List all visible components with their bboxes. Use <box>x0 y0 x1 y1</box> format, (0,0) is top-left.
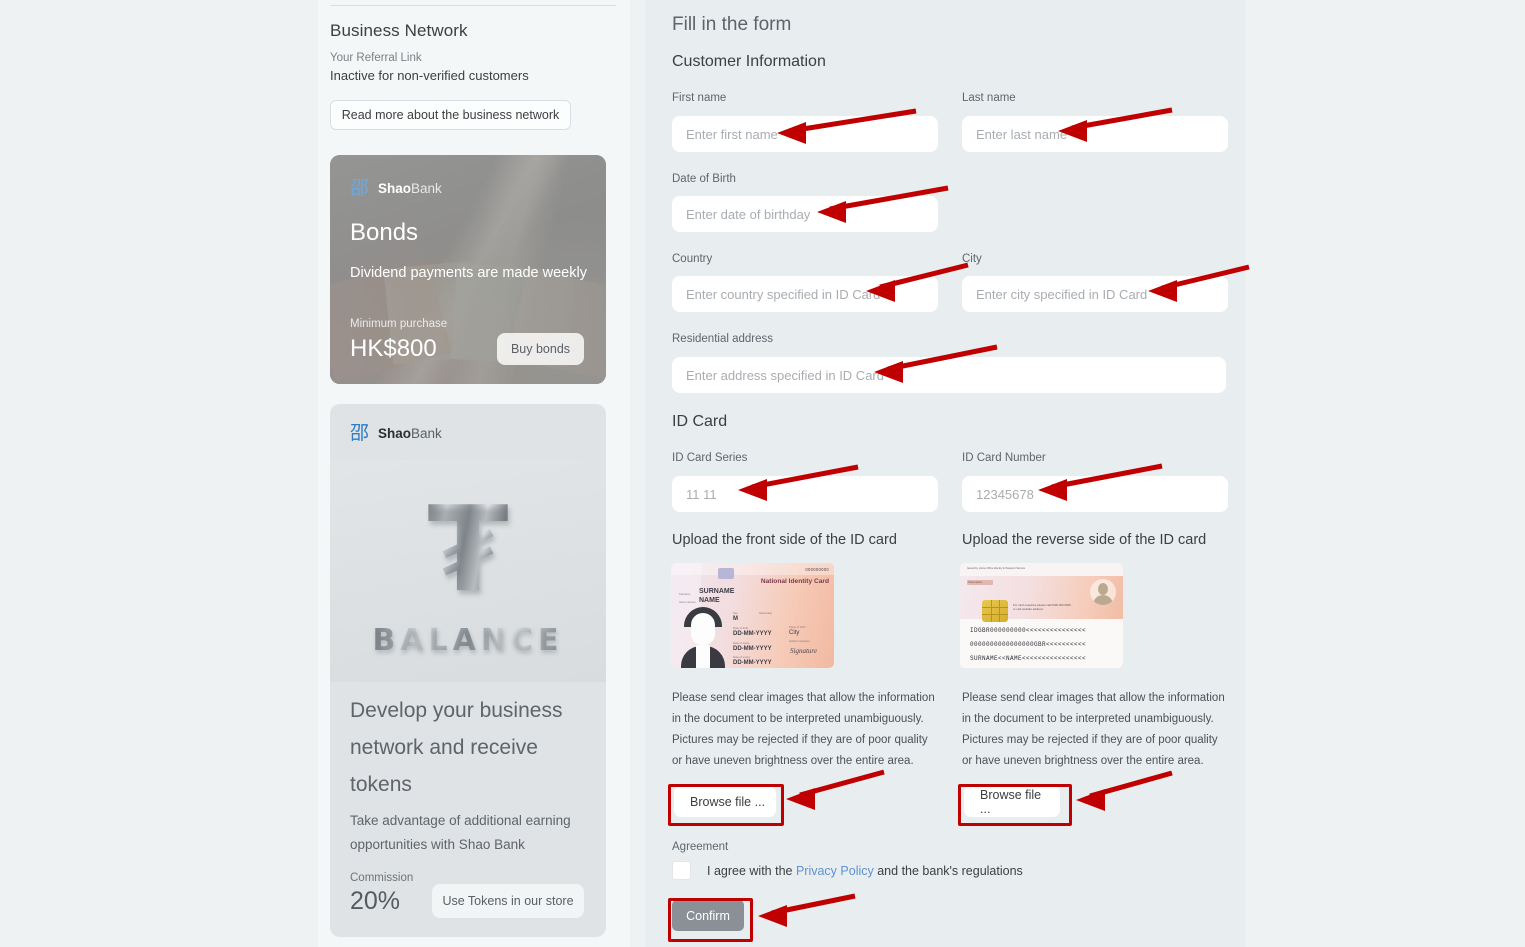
browse-front-file-button[interactable]: Browse file ... <box>674 786 776 817</box>
residential-address-input[interactable] <box>672 357 1226 393</box>
minimum-purchase-amount: HK$800 <box>350 335 437 362</box>
city-label: City <box>962 253 982 265</box>
browse-back-file-button[interactable]: Browse file ... <box>964 786 1060 817</box>
business-network-title: Business Network <box>330 21 468 40</box>
upload-front-heading: Upload the front side of the ID card <box>672 532 897 548</box>
id-front-number: 000000000 <box>805 567 829 572</box>
id-front-date-1: DD-MM-YYYY <box>733 631 772 637</box>
country-input[interactable] <box>672 276 938 312</box>
use-tokens-button[interactable]: Use Tokens in our store <box>432 884 584 918</box>
residential-address-label: Residential address <box>672 333 774 345</box>
id-card-back-sample-image: Issued by Home Office Identity & Passpor… <box>960 563 1123 668</box>
balance-token-artwork: ₮ BALANCE <box>330 460 606 682</box>
id-back-mrz-line-2: 0000000000000000GBR<<<<<<<<<< <box>970 641 1087 648</box>
tokens-card-title: Develop your business network and receiv… <box>350 699 563 796</box>
tokens-card-subtitle: Take advantage of additional earning opp… <box>350 813 571 852</box>
read-more-business-network-button[interactable]: Read more about the business network <box>330 100 571 130</box>
shaobank-glyph-icon: 邵 <box>350 177 370 199</box>
shaobank-wordmark: ShaoBank <box>378 181 442 196</box>
tether-symbol-icon: ₮ <box>426 480 510 618</box>
id-card-front-sample-image: 000000000 National Identity Card Surname… <box>671 563 834 668</box>
upload-back-hint: Please send clear images that allow the … <box>962 692 1225 767</box>
date-of-birth-label: Date of Birth <box>672 173 736 185</box>
bonds-card-title: Bonds <box>350 219 419 246</box>
first-name-label: First name <box>672 92 727 104</box>
upload-front-hint: Please send clear images that allow the … <box>672 692 935 767</box>
id-front-name: NAME <box>699 597 720 604</box>
id-back-mrz-line-3: SURNAME<<NAME<<<<<<<<<<<<<<<< <box>970 655 1087 662</box>
referral-link-status: Inactive for non-verified customers <box>330 68 529 83</box>
agreement-text: I agree with the Privacy Policy and the … <box>707 863 1023 878</box>
minimum-purchase-label: Minimum purchase <box>350 318 448 330</box>
id-front-date-2: DD-MM-YYYY <box>733 646 772 652</box>
bonds-card-subtitle: Dividend payments are made weekly <box>350 265 587 281</box>
id-front-title: National Identity Card <box>760 578 829 585</box>
bonds-promo-card[interactable]: 邵 ShaoBank Bonds Dividend payments are m… <box>330 155 606 384</box>
date-of-birth-input[interactable] <box>672 196 938 232</box>
kyc-verification-page: Business Network Your Referral Link Inac… <box>0 0 1525 947</box>
privacy-policy-link[interactable]: Privacy Policy <box>796 864 874 878</box>
last-name-input[interactable] <box>962 116 1228 152</box>
customer-information-heading: Customer Information <box>672 53 826 70</box>
referral-link-label: Your Referral Link <box>330 52 422 64</box>
shaobank-logo-bonds: 邵 ShaoBank <box>350 179 442 198</box>
shaobank-glyph-icon: 邵 <box>350 422 370 444</box>
id-front-sex: M <box>733 616 738 622</box>
balance-wordmark: BALANCE <box>372 623 564 658</box>
id-card-number-label: ID Card Number <box>962 452 1046 464</box>
id-front-surname: SURNAME <box>699 588 735 595</box>
country-label: Country <box>672 253 713 265</box>
id-front-city: City <box>789 630 800 636</box>
id-card-series-label: ID Card Series <box>672 452 748 464</box>
agreement-checkbox[interactable] <box>672 861 691 880</box>
last-name-label: Last name <box>962 92 1016 104</box>
id-back-contact-note: For card enquiries please call 0300 000 … <box>1013 603 1071 612</box>
tokens-promo-card[interactable]: 邵 ShaoBank ₮ BALANCE Develop your busine… <box>330 404 606 937</box>
upload-back-heading: Upload the reverse side of the ID card <box>962 532 1207 548</box>
top-divider <box>330 5 616 6</box>
id-back-mrz-line-1: IDGBR000000000<<<<<<<<<<<<<<< <box>970 627 1087 634</box>
agreement-row: I agree with the Privacy Policy and the … <box>672 861 1023 880</box>
first-name-input[interactable] <box>672 116 938 152</box>
id-card-heading: ID Card <box>672 413 728 430</box>
verification-form-panel: Fill in the form Customer Information Fi… <box>645 0 1245 947</box>
buy-bonds-button[interactable]: Buy bonds <box>497 333 584 365</box>
sidebar-column: Business Network Your Referral Link Inac… <box>318 0 630 947</box>
id-card-number-input[interactable] <box>962 476 1228 512</box>
city-input[interactable] <box>962 276 1228 312</box>
commission-label: Commission <box>350 872 414 884</box>
id-front-signature: Signature <box>790 647 817 655</box>
shaobank-logo-tokens: 邵 ShaoBank <box>350 424 442 443</box>
id-front-date-3: DD-MM-YYYY <box>733 660 772 666</box>
form-title: Fill in the form <box>672 14 792 35</box>
shaobank-wordmark: ShaoBank <box>378 426 442 441</box>
id-card-series-input[interactable] <box>672 476 938 512</box>
agreement-label: Agreement <box>672 841 729 853</box>
confirm-button[interactable]: Confirm <box>672 900 744 931</box>
commission-value: 20% <box>350 887 401 915</box>
